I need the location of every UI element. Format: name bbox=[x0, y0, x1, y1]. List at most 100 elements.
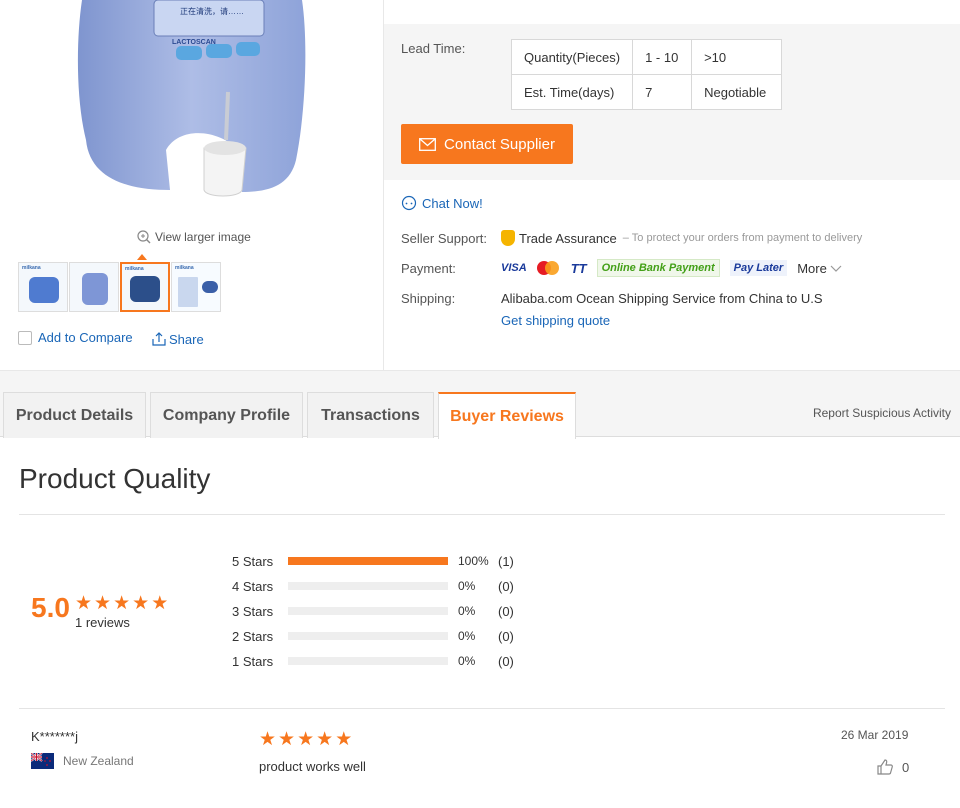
rating-bar-track bbox=[288, 557, 448, 565]
get-shipping-quote-link[interactable]: Get shipping quote bbox=[501, 313, 610, 328]
rating-row-percent: 0% bbox=[458, 604, 476, 618]
chat-now-link[interactable]: Chat Now! bbox=[401, 195, 483, 211]
online-bank-payment-badge: Online Bank Payment bbox=[596, 259, 720, 277]
divider bbox=[19, 708, 945, 709]
rating-row-2: 2 Stars 0% (0) bbox=[232, 628, 514, 644]
chat-bubble-icon bbox=[401, 195, 417, 211]
table-cell: Quantity(Pieces) bbox=[510, 39, 634, 75]
rating-bar-track bbox=[288, 657, 448, 665]
rating-row-count: (0) bbox=[498, 603, 514, 619]
star-icon: ★ bbox=[94, 593, 112, 614]
rating-row-1: 1 Stars 0% (0) bbox=[232, 653, 514, 669]
rating-row-5: 5 Stars 100% (1) bbox=[232, 553, 514, 569]
rating-row-count: (0) bbox=[498, 653, 514, 669]
star-icon: ★ bbox=[335, 729, 353, 750]
review-date: 26 Mar 2019 bbox=[841, 728, 909, 742]
rating-row-count: (0) bbox=[498, 628, 514, 644]
tab-bar: Product Details Company Profile Transact… bbox=[0, 370, 960, 439]
rating-row-label: 2 Stars bbox=[232, 628, 274, 644]
share-icon bbox=[152, 332, 166, 346]
rating-row-percent: 100% bbox=[458, 554, 489, 568]
lead-time-label: Lead Time: bbox=[401, 41, 466, 56]
thumbnail-strip: milkana milkana milkana bbox=[18, 262, 221, 312]
payment-methods: VISA TT Online Bank Payment Pay Later Mo… bbox=[501, 259, 842, 277]
product-gallery: 正在清洗，请…… LACTOSCAN View larger image mil… bbox=[0, 0, 384, 370]
more-label: More bbox=[797, 260, 827, 276]
average-score: 5.0 bbox=[31, 592, 70, 623]
pay-later-badge: Pay Later bbox=[729, 260, 788, 276]
product-info-panel: Lead Time: Quantity(Pieces) 1 - 10 >10 E… bbox=[384, 0, 960, 370]
thumbnail-1[interactable]: milkana bbox=[18, 262, 68, 312]
rating-bar-fill bbox=[288, 557, 448, 565]
table-cell: >10 bbox=[691, 39, 783, 75]
like-count: 0 bbox=[902, 759, 910, 775]
star-icon: ★ bbox=[75, 593, 93, 614]
seller-support-label: Seller Support: bbox=[401, 231, 487, 246]
shipping-value: Alibaba.com Ocean Shipping Service from … bbox=[501, 291, 823, 306]
tab-product-details[interactable]: Product Details bbox=[3, 392, 146, 438]
star-icon: ★ bbox=[278, 729, 296, 750]
table-row: Quantity(Pieces) 1 - 10 >10 bbox=[510, 39, 783, 75]
chevron-down-icon bbox=[831, 265, 842, 272]
trade-assurance-label[interactable]: Trade Assurance bbox=[519, 231, 617, 246]
rating-row-3: 3 Stars 0% (0) bbox=[232, 603, 514, 619]
reviewer-country: New Zealand bbox=[31, 753, 134, 769]
rating-row-4: 4 Stars 0% (0) bbox=[232, 578, 514, 594]
view-larger-image-link[interactable]: View larger image bbox=[137, 230, 251, 244]
rating-row-percent: 0% bbox=[458, 654, 476, 668]
rating-row-percent: 0% bbox=[458, 629, 476, 643]
thumbs-up-icon bbox=[877, 759, 893, 775]
share-button[interactable]: Share bbox=[151, 331, 204, 347]
thumbnail-2[interactable] bbox=[69, 262, 119, 312]
contact-supplier-button[interactable]: Contact Supplier bbox=[401, 124, 573, 164]
rating-row-count: (1) bbox=[498, 553, 514, 569]
rating-row-label: 4 Stars bbox=[232, 578, 274, 594]
table-cell: Est. Time(days) bbox=[510, 74, 634, 110]
average-rating-stars: ★ ★ ★ ★ ★ bbox=[75, 594, 168, 613]
rating-row-label: 1 Stars bbox=[232, 653, 274, 669]
envelope-icon bbox=[419, 137, 436, 151]
table-cell: Negotiable bbox=[691, 74, 783, 110]
star-icon: ★ bbox=[151, 593, 169, 614]
contact-supplier-label: Contact Supplier bbox=[444, 135, 555, 153]
shipping-label: Shipping: bbox=[401, 291, 456, 306]
tab-transactions[interactable]: Transactions bbox=[307, 392, 434, 438]
tt-icon: TT bbox=[570, 260, 587, 276]
star-icon: ★ bbox=[113, 593, 131, 614]
reviewer-country-name: New Zealand bbox=[63, 754, 134, 768]
product-main-image[interactable]: 正在清洗，请…… LACTOSCAN bbox=[70, 0, 315, 200]
rating-row-percent: 0% bbox=[458, 579, 476, 593]
table-cell: 7 bbox=[632, 74, 693, 110]
helpful-like-button[interactable]: 0 bbox=[876, 758, 909, 776]
share-label: Share bbox=[169, 331, 204, 347]
tab-buyer-reviews[interactable]: Buyer Reviews bbox=[438, 392, 576, 439]
divider bbox=[19, 514, 945, 515]
tab-company-profile[interactable]: Company Profile bbox=[150, 392, 303, 438]
review-count: 1 reviews bbox=[75, 615, 130, 630]
table-row: Est. Time(days) 7 Negotiable bbox=[510, 74, 783, 110]
report-suspicious-activity-link[interactable]: Report Suspicious Activity bbox=[813, 406, 951, 420]
visa-icon: VISA bbox=[501, 262, 527, 274]
star-icon: ★ bbox=[297, 729, 315, 750]
seller-support-value: Trade Assurance – To protect your orders… bbox=[501, 230, 862, 246]
trade-assurance-icon bbox=[501, 230, 515, 246]
star-icon: ★ bbox=[316, 729, 334, 750]
trade-assurance-note: – To protect your orders from payment to… bbox=[622, 232, 863, 244]
rating-bar-track bbox=[288, 607, 448, 615]
reviewer-name: K*******j bbox=[31, 729, 78, 744]
add-to-compare[interactable]: Add to Compare bbox=[18, 330, 133, 345]
thumbnail-3[interactable]: milkana bbox=[120, 262, 170, 312]
lead-time-table: Quantity(Pieces) 1 - 10 >10 Est. Time(da… bbox=[510, 39, 783, 110]
mastercard-icon bbox=[536, 261, 559, 275]
rating-row-count: (0) bbox=[498, 578, 514, 594]
payment-more-dropdown[interactable]: More bbox=[797, 261, 842, 276]
rating-bar-track bbox=[288, 582, 448, 590]
product-quality-title: Product Quality bbox=[19, 463, 211, 494]
device-screen-text: 正在清洗，请…… bbox=[180, 6, 244, 16]
review-text: product works well bbox=[259, 759, 366, 774]
compare-checkbox[interactable] bbox=[18, 330, 32, 345]
payment-label: Payment: bbox=[401, 261, 456, 276]
thumbnail-4[interactable]: milkana bbox=[171, 262, 221, 312]
rating-bar-track bbox=[288, 632, 448, 640]
view-larger-label: View larger image bbox=[155, 230, 251, 244]
